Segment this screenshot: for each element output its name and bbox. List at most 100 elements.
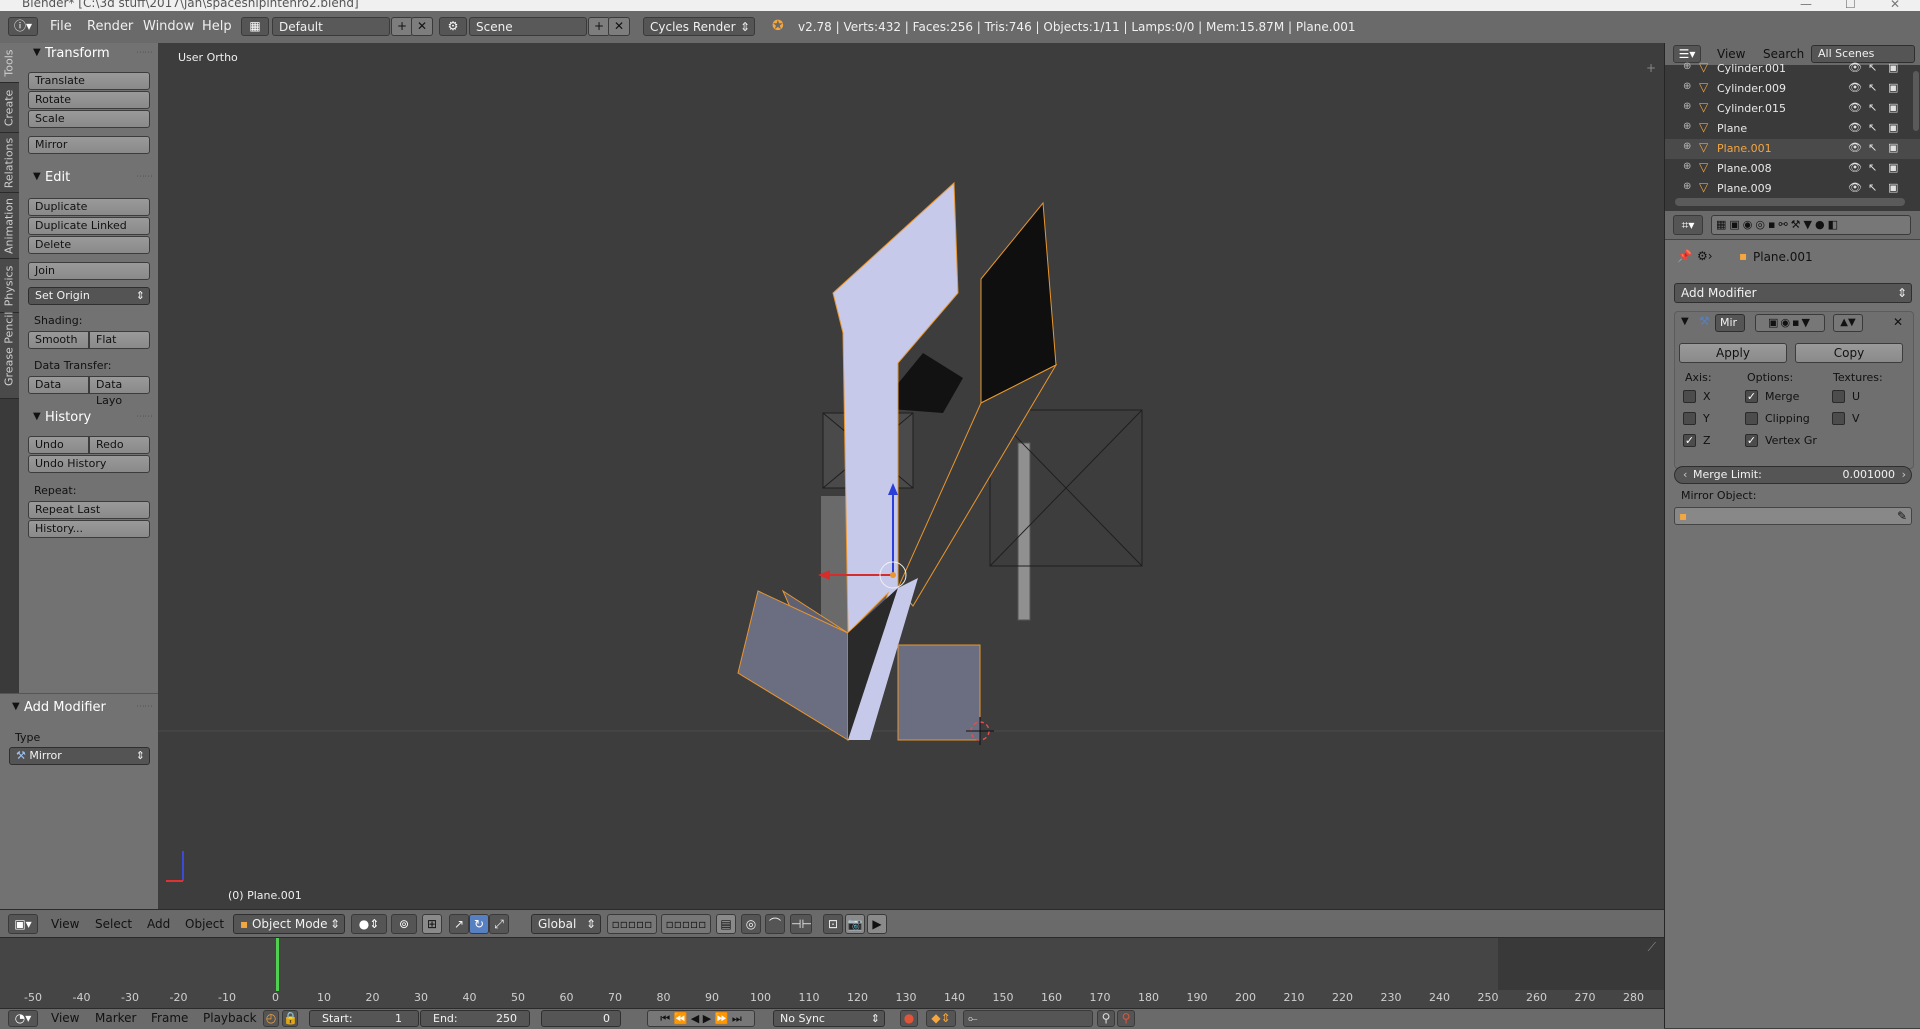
- panel-grip-icon[interactable]: ⋯⋯: [136, 702, 153, 712]
- menu-select[interactable]: Select: [95, 917, 132, 931]
- texture-u-checkbox[interactable]: [1832, 390, 1845, 403]
- playback-controls[interactable]: ⏮ ⏪ ◀ ▶ ⏩ ⏭: [647, 1010, 755, 1027]
- remove-scene-icon[interactable]: ✕: [608, 17, 630, 36]
- end-frame-field[interactable]: End: 250: [420, 1010, 530, 1027]
- lock-range-icon[interactable]: 🔒: [282, 1010, 298, 1027]
- move-modifier-icon[interactable]: ▲▼: [1833, 314, 1863, 332]
- expand-icon[interactable]: ⊕: [1683, 121, 1691, 132]
- tab-animation[interactable]: Animation: [0, 193, 19, 259]
- collapse-triangle-icon[interactable]: ▼: [1681, 316, 1689, 327]
- panel-grip-icon[interactable]: ⋯⋯: [136, 48, 153, 58]
- layout-field[interactable]: Default: [272, 17, 390, 36]
- outliner-item-name[interactable]: Plane.001: [1717, 142, 1772, 155]
- redo-button[interactable]: Redo: [89, 436, 150, 454]
- translate-manipulator-icon[interactable]: ↗: [449, 914, 469, 934]
- editor-type-3d-icon[interactable]: ▣▾: [8, 914, 38, 934]
- expand-icon[interactable]: ⟋: [1648, 940, 1656, 955]
- selectability-icon[interactable]: ↖: [1868, 61, 1877, 74]
- selectability-icon[interactable]: ↖: [1868, 181, 1877, 194]
- data-button[interactable]: Data: [28, 376, 89, 394]
- eyedropper-icon[interactable]: ✎: [1897, 508, 1907, 524]
- renderability-icon[interactable]: ▣: [1888, 101, 1898, 114]
- menu-file[interactable]: File: [50, 19, 72, 34]
- delete-keyframe-icon[interactable]: ⚲: [1117, 1010, 1135, 1027]
- current-frame-field[interactable]: 0: [541, 1010, 621, 1027]
- remove-layout-icon[interactable]: ✕: [411, 17, 433, 36]
- selectability-icon[interactable]: ↖: [1868, 121, 1877, 134]
- 3d-viewport[interactable]: User Ortho + (0) Plane.001: [158, 43, 1664, 909]
- axis-x-checkbox[interactable]: [1683, 390, 1696, 403]
- visibility-eye-icon[interactable]: 👁: [1848, 181, 1862, 194]
- rotate-manipulator-icon[interactable]: ↻: [469, 914, 489, 934]
- modifier-type-dropdown[interactable]: ⚒ Mirror ⇕: [9, 747, 150, 765]
- outliner-item-name[interactable]: Cylinder.009: [1717, 82, 1786, 95]
- outliner-row[interactable]: ⊕ ▽ Plane 👁 ↖ ▣: [1665, 119, 1920, 139]
- outliner-hscrollbar[interactable]: [1675, 198, 1905, 206]
- mode-dropdown[interactable]: ▪ Object Mode ⇕: [233, 914, 345, 934]
- outliner-vscrollbar[interactable]: [1913, 71, 1919, 131]
- visibility-eye-icon[interactable]: 👁: [1848, 101, 1862, 114]
- flat-button[interactable]: Flat: [89, 331, 150, 349]
- add-modifier-dropdown[interactable]: Add Modifier ⇕: [1674, 283, 1912, 303]
- merge-limit-field[interactable]: ‹ Merge Limit: 0.001000 ›: [1674, 466, 1912, 484]
- modifier-name-field[interactable]: Mir: [1715, 314, 1745, 332]
- editor-type-timeline-icon[interactable]: ◔▾: [8, 1010, 38, 1027]
- render-anim-icon[interactable]: ▶: [867, 914, 887, 934]
- panel-grip-icon[interactable]: ⋯⋯: [136, 172, 153, 182]
- render-still-icon[interactable]: 📷: [845, 914, 865, 934]
- maximize-icon[interactable]: ☐: [1845, 0, 1856, 11]
- decrement-icon[interactable]: ‹: [1683, 467, 1687, 483]
- menu-render[interactable]: Render: [87, 19, 133, 34]
- insert-keyframe-icon[interactable]: ⚲: [1097, 1010, 1115, 1027]
- renderability-icon[interactable]: ▣: [1888, 61, 1898, 74]
- renderability-icon[interactable]: ▣: [1888, 81, 1898, 94]
- smooth-button[interactable]: Smooth: [28, 331, 89, 349]
- menu-window[interactable]: Window: [143, 19, 194, 34]
- current-frame-marker[interactable]: [276, 938, 279, 991]
- history-panel-header[interactable]: ▼ History ⋯⋯: [19, 407, 158, 429]
- remove-modifier-icon[interactable]: ✕: [1893, 315, 1903, 329]
- selectability-icon[interactable]: ↖: [1868, 141, 1877, 154]
- menu-view[interactable]: View: [51, 1011, 79, 1025]
- outliner-item-name[interactable]: Cylinder.015: [1717, 102, 1786, 115]
- panel-grip-icon[interactable]: ⋯⋯: [136, 412, 153, 422]
- add-layout-icon[interactable]: +: [391, 17, 413, 36]
- menu-object[interactable]: Object: [185, 917, 224, 931]
- expand-icon[interactable]: ⊕: [1683, 141, 1691, 152]
- snap-element-icon[interactable]: ⊣⊢: [790, 914, 812, 934]
- merge-checkbox[interactable]: ✓: [1745, 390, 1758, 403]
- outliner-row[interactable]: ⊕ ▽ Cylinder.015 👁 ↖ ▣: [1665, 99, 1920, 119]
- tab-create[interactable]: Create: [0, 83, 19, 133]
- data-layout-button[interactable]: Data Layo: [89, 376, 150, 407]
- expand-icon[interactable]: ⊕: [1683, 81, 1691, 92]
- pin-icon[interactable]: 📌: [1677, 249, 1692, 263]
- screen-layout-icon[interactable]: ▦: [241, 17, 269, 36]
- expand-icon[interactable]: ⊕: [1683, 101, 1691, 112]
- history-button[interactable]: History...: [28, 520, 150, 538]
- scene-icon[interactable]: ⚙: [439, 17, 467, 36]
- scale-manipulator-icon[interactable]: ⤢: [489, 914, 509, 934]
- pivot-point-icon[interactable]: ⊚: [391, 914, 417, 934]
- record-icon[interactable]: ●: [900, 1010, 918, 1027]
- undo-button[interactable]: Undo: [28, 436, 89, 454]
- outliner-row[interactable]: ⊕ ▽ Cylinder.001 👁 ↖ ▣: [1665, 59, 1920, 79]
- outliner-row[interactable]: ⊕ ▽ Cylinder.009 👁 ↖ ▣: [1665, 79, 1920, 99]
- renderability-icon[interactable]: ▣: [1888, 181, 1898, 194]
- properties-context-tabs[interactable]: ▦▣◉◎▪⚯⚒▼●◧: [1711, 215, 1911, 235]
- visibility-eye-icon[interactable]: 👁: [1848, 161, 1862, 174]
- copy-button[interactable]: Copy: [1795, 343, 1903, 363]
- transform-panel-header[interactable]: ▼ Transform ⋯⋯: [19, 43, 158, 65]
- modifier-visibility-toggles[interactable]: ▣◉▪▼: [1755, 314, 1825, 332]
- close-window-icon[interactable]: ✕: [1890, 0, 1900, 11]
- editor-type-properties-icon[interactable]: ⌗▾: [1673, 215, 1703, 235]
- increment-icon[interactable]: ›: [1902, 467, 1906, 483]
- visibility-eye-icon[interactable]: 👁: [1848, 141, 1862, 154]
- apply-button[interactable]: Apply: [1679, 343, 1787, 363]
- menu-playback[interactable]: Playback: [203, 1011, 257, 1025]
- outliner-item-name[interactable]: Plane.008: [1717, 162, 1772, 175]
- selectability-icon[interactable]: ↖: [1868, 81, 1877, 94]
- visibility-eye-icon[interactable]: 👁: [1848, 61, 1862, 74]
- proportional-edit-icon[interactable]: ◎: [741, 914, 761, 934]
- start-frame-field[interactable]: Start: 1: [309, 1010, 419, 1027]
- add-scene-icon[interactable]: +: [588, 17, 610, 36]
